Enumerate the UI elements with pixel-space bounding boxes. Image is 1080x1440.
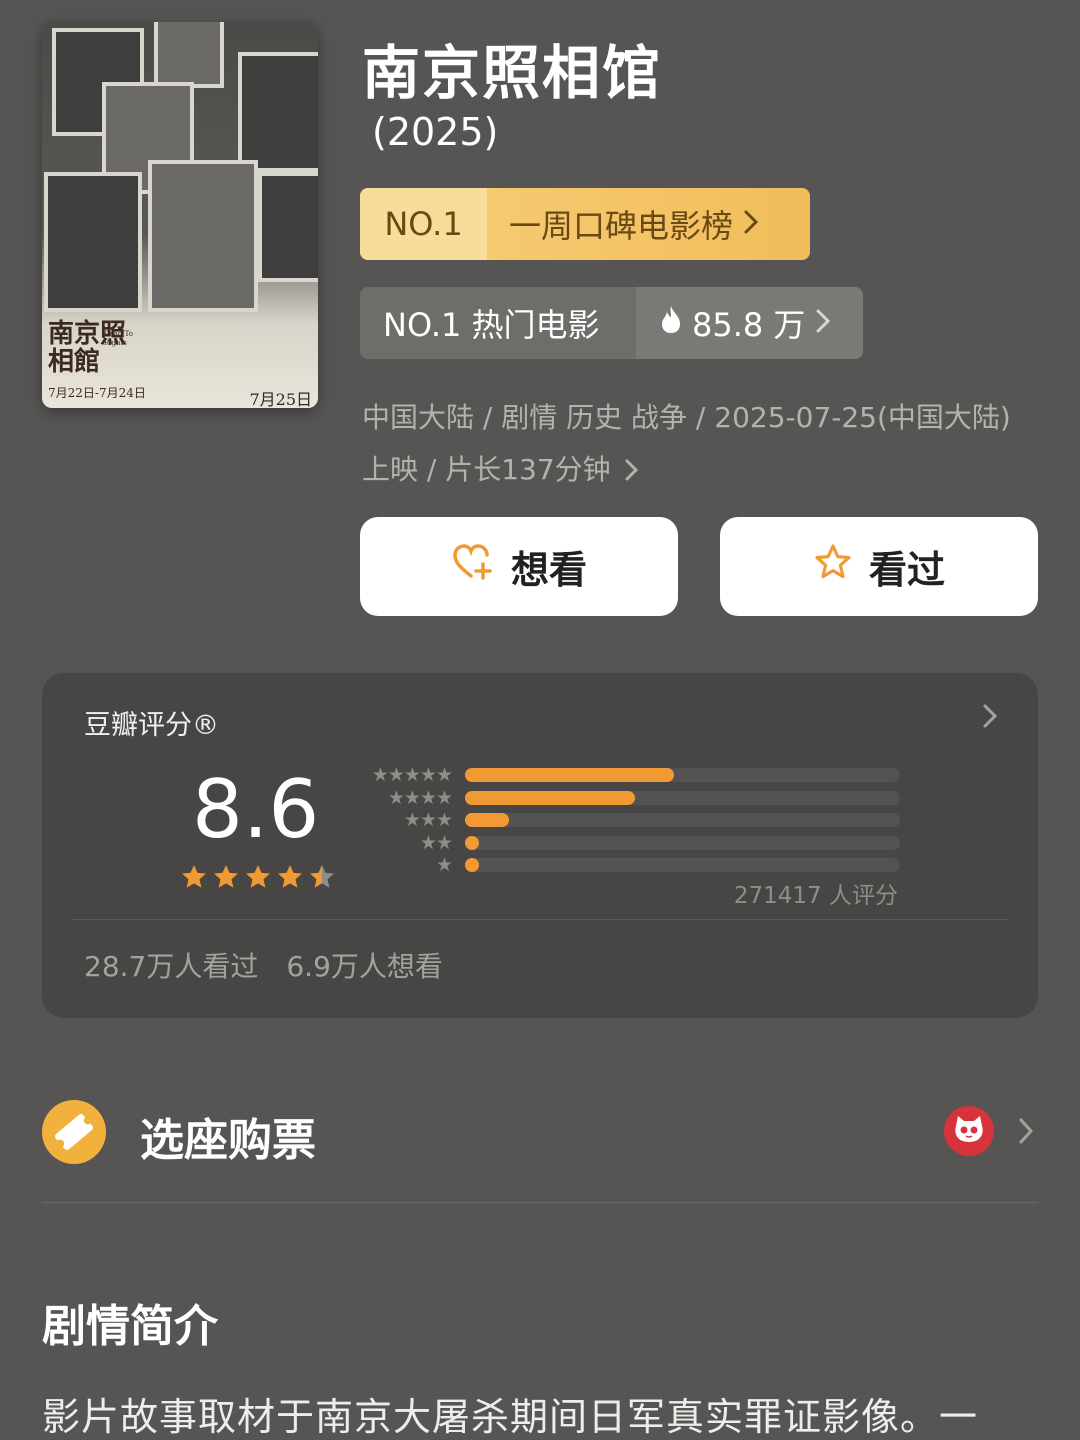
rating-star-icon (278, 865, 302, 888)
rating-star-icon (246, 865, 270, 888)
chevron-right-icon (620, 453, 640, 486)
rating-count: 271417 人评分 (733, 883, 898, 909)
rating-star-icon (214, 865, 238, 888)
want-to-watch-label: 想看 (510, 548, 587, 592)
distribution-stars-label: ★★★★ (387, 786, 453, 809)
movie-meta-info[interactable]: 中国大陆 / 剧情 历史 战争 / 2025-07-25(中国大陆) 上映 / … (362, 392, 1042, 496)
hot-rank-badge[interactable]: NO.1 热门电影 85.8 万 (360, 287, 863, 359)
distribution-bar-fill (465, 835, 479, 850)
distribution-stars-label: ★★★ (403, 809, 453, 831)
plot-summary-text[interactable]: 影片故事取材于南京大屠杀期间日军真实罪证影像。一 (42, 1386, 1042, 1440)
chevron-right-icon (743, 205, 759, 243)
hot-rank-label: NO.1 热门电影 (383, 306, 600, 344)
watched-button[interactable]: 看过 (720, 517, 1038, 616)
rating-source-label: 豆瓣评分® (84, 710, 219, 741)
seen-stat: 28.7万人看过 (84, 950, 259, 983)
rating-card[interactable]: 豆瓣评分® 8.6 ★★★★★ ★★★★ ★★★ ★★ ★ 271417 人评分 28.… (42, 673, 1038, 1018)
weekly-rank-label: 一周口碑电影榜 (509, 207, 734, 245)
want-to-watch-button[interactable]: 想看 (360, 517, 678, 616)
weekly-rank-badge[interactable]: NO.1 一周口碑电影榜 (360, 188, 810, 260)
distribution-stars-label: ★★★★★ (371, 764, 453, 786)
distribution-bar-track (465, 835, 900, 850)
plot-section-title: 剧情简介 (42, 1301, 218, 1352)
distribution-bar-track (465, 790, 900, 805)
want-stat: 6.9万人想看 (286, 950, 443, 983)
maoyan-cat-icon (944, 1106, 994, 1156)
watched-label: 看过 (868, 548, 945, 592)
poster-subtitle: Dead To Rights (104, 330, 133, 347)
distribution-stars-label: ★★ (419, 831, 453, 854)
poster-title: 南京照相館 (48, 319, 127, 377)
distribution-bar-track (465, 768, 900, 782)
rating-star-icon (310, 865, 334, 888)
movie-year: (2025) (372, 110, 499, 154)
distribution-bar-fill (465, 813, 509, 827)
rating-star-icon (182, 865, 206, 888)
divider (72, 919, 1008, 920)
distribution-stars-label: ★ (435, 854, 453, 876)
distribution-bar-fill (465, 768, 674, 782)
weekly-rank-number: NO.1 (360, 188, 487, 260)
distribution-bar-track (465, 858, 900, 872)
distribution-bar-fill (465, 790, 635, 805)
buy-ticket-row[interactable]: 选座购票 (42, 1098, 1038, 1170)
movie-meta-text: 中国大陆 / 剧情 历史 战争 / 2025-07-25(中国大陆) 上映 / … (362, 401, 1011, 486)
chevron-right-icon (815, 304, 831, 342)
chevron-right-icon (1018, 1116, 1034, 1150)
ticket-icon (42, 1100, 106, 1164)
distribution-bar-track (465, 813, 900, 827)
chevron-right-icon (982, 703, 998, 733)
movie-title: 南京照相馆 (362, 39, 663, 107)
star-outline-icon (813, 542, 853, 591)
movie-poster[interactable]: 南京照相館 Dead To Rights 7月22日-7月24日 7月25日 (42, 22, 318, 408)
flame-icon (660, 304, 682, 342)
rating-stars (180, 863, 336, 891)
divider (42, 1202, 1038, 1203)
distribution-bar-fill (465, 858, 479, 872)
hot-heat-value: 85.8 万 (692, 306, 806, 344)
buy-ticket-label: 选座购票 (140, 1115, 316, 1166)
heart-plus-icon (451, 542, 495, 591)
poster-release-date: 7月25日 (249, 390, 312, 408)
rating-score: 8.6 (192, 763, 320, 856)
poster-date-range: 7月22日-7月24日 (48, 386, 146, 400)
